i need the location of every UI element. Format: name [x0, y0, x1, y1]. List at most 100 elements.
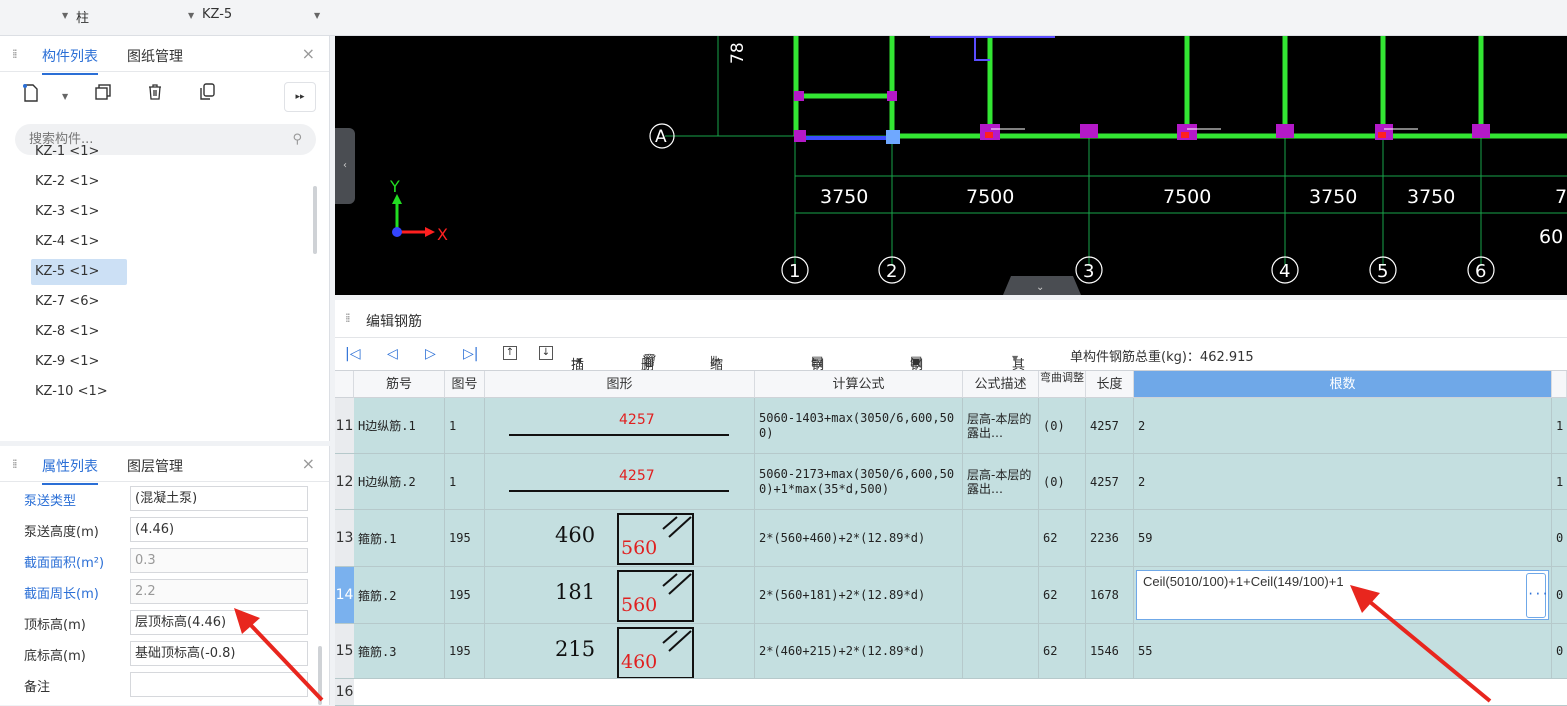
property-value-field[interactable]: (4.46) — [130, 517, 308, 542]
component-selector[interactable]: ▼ KZ-5 ▼ — [188, 7, 320, 27]
copy-icon[interactable] — [88, 82, 118, 112]
rebar-name-cell[interactable]: H边纵筋.1 — [354, 398, 445, 453]
description-cell[interactable] — [963, 624, 1039, 678]
extra-cell: 1 — [1556, 474, 1564, 489]
extra-cell: 0 — [1556, 531, 1564, 545]
chevron-down-icon: ▼ — [1012, 354, 1019, 363]
list-item[interactable]: KZ-9 <1> — [31, 349, 127, 375]
rebar-name-cell[interactable]: 箍筋.2 — [354, 567, 445, 623]
column-header[interactable]: 图形 — [485, 371, 755, 398]
last-record-icon[interactable]: ▷| — [463, 346, 478, 362]
row-number[interactable]: 13 — [335, 510, 354, 566]
shape-cell[interactable]: 4257 — [485, 398, 755, 453]
tab-component-list[interactable]: 构件列表 — [42, 46, 98, 75]
list-item[interactable]: KZ-7 <6> — [31, 289, 127, 315]
figure-number-cell[interactable]: 195 — [445, 510, 485, 566]
count-cell[interactable]: 2 — [1134, 398, 1552, 453]
new-component-icon[interactable] — [16, 82, 46, 112]
drag-handle-icon[interactable]: ⁞⁞ — [12, 47, 17, 61]
rebar-name-cell[interactable]: 箍筋.1 — [354, 510, 445, 566]
formula-cell[interactable]: 2*(460+215)+2*(12.89*d) — [755, 624, 963, 678]
property-label: 底标高(m) — [24, 649, 86, 664]
list-item[interactable]: KZ-5 <1> — [31, 259, 127, 285]
drag-handle-icon[interactable]: ⁞⁞ — [345, 311, 350, 325]
shape-cell[interactable]: 4257 — [485, 454, 755, 509]
chevron-down-icon[interactable]: ▼ — [62, 92, 68, 101]
formula-cell[interactable]: 2*(560+181)+2*(12.89*d) — [755, 567, 963, 623]
figure-number-cell[interactable]: 195 — [445, 624, 485, 678]
row-number[interactable]: 14 — [335, 567, 354, 623]
tab-drawing-management[interactable]: 图纸管理 — [127, 46, 183, 66]
column-header[interactable]: 弯曲调整 — [1039, 371, 1086, 398]
bend-adjust-cell[interactable]: 62 — [1039, 510, 1086, 566]
column-header[interactable]: 公式描述 — [963, 371, 1039, 398]
column-header[interactable]: 图号 — [445, 371, 485, 398]
scrollbar[interactable] — [313, 186, 317, 254]
tab-layer-management[interactable]: 图层管理 — [127, 456, 183, 476]
column-header[interactable]: 计算公式 — [755, 371, 963, 398]
table-row[interactable]: 13 箍筋.1 195 460 560 2*(560+460)+2*(12.89*d… — [335, 510, 1567, 567]
type-selector[interactable]: ▼ 柱 — [62, 7, 89, 27]
property-value-field[interactable]: 0.3 — [130, 548, 308, 573]
figure-number-cell[interactable]: 195 — [445, 567, 485, 623]
collapse-left-icon[interactable]: ‹ — [335, 128, 355, 204]
move-down-icon[interactable]: ↓ — [539, 346, 553, 360]
description-cell[interactable]: 层高-本层的露出… — [963, 398, 1039, 453]
length-cell[interactable]: 2236 — [1086, 510, 1134, 566]
formula-cell[interactable]: 5060-2173+max(3050/6,600,500)+1*max(35*d… — [755, 454, 963, 509]
bend-adjust-cell[interactable]: (0) — [1039, 398, 1086, 453]
prev-record-icon[interactable]: ◁ — [387, 346, 398, 362]
close-icon[interactable]: × — [302, 44, 315, 63]
tab-property-list[interactable]: 属性列表 — [42, 456, 98, 485]
count-cell[interactable]: 59 — [1134, 510, 1552, 566]
table-row[interactable]: 12 H边纵筋.2 1 4257 5060-2173+max(3050/6,600,… — [335, 454, 1567, 510]
shape-length-label: 4257 — [619, 412, 655, 428]
more-tools-icon[interactable]: ▸▸ — [284, 82, 316, 112]
rebar-name-cell[interactable]: H边纵筋.2 — [354, 454, 445, 509]
description-cell[interactable] — [963, 510, 1039, 566]
property-value-field[interactable]: 2.2 — [130, 579, 308, 604]
shape-cell[interactable]: 460 560 — [485, 510, 755, 566]
rebar-name-cell[interactable]: 箍筋.3 — [354, 624, 445, 678]
bend-adjust-cell[interactable]: 62 — [1039, 624, 1086, 678]
copy-to-floor-icon[interactable] — [192, 82, 222, 112]
list-item[interactable]: KZ-4 <1> — [31, 229, 127, 255]
length-cell[interactable]: 1678 — [1086, 567, 1134, 623]
column-header[interactable]: 长度 — [1086, 371, 1134, 398]
list-item[interactable]: KZ-3 <1> — [31, 199, 127, 225]
count-cell[interactable]: 2 — [1134, 454, 1552, 509]
length-cell[interactable]: 1546 — [1086, 624, 1134, 678]
figure-number-cell[interactable]: 1 — [445, 454, 485, 509]
delete-icon[interactable] — [140, 82, 170, 112]
formula-cell[interactable]: 5060-1403+max(3050/6,600,500) — [755, 398, 963, 453]
formula-cell[interactable]: 2*(560+460)+2*(12.89*d) — [755, 510, 963, 566]
property-value-field[interactable]: (混凝土泵) — [130, 486, 308, 511]
list-item[interactable]: KZ-2 <1> — [31, 169, 127, 195]
list-item[interactable]: KZ-1 <1> — [31, 139, 127, 165]
table-row[interactable]: 11 H边纵筋.1 1 4257 5060-1403+max(3050/6,600,… — [335, 398, 1567, 454]
next-record-icon[interactable]: ▷ — [425, 346, 436, 362]
drawing-canvas[interactable]: A 78 3750 7500 7500 3750 3750 7 60 1 2 3… — [335, 36, 1567, 295]
description-cell[interactable] — [963, 567, 1039, 623]
row-number[interactable]: 12 — [335, 454, 354, 509]
figure-number-cell[interactable]: 1 — [445, 398, 485, 453]
row-number[interactable]: 16 — [335, 679, 354, 705]
close-icon[interactable]: × — [302, 454, 315, 473]
ellipsis-button[interactable]: ··· — [1526, 573, 1549, 618]
length-cell[interactable]: 4257 — [1086, 454, 1134, 509]
drag-handle-icon[interactable]: ⁞⁞ — [12, 457, 17, 471]
length-cell[interactable]: 4257 — [1086, 398, 1134, 453]
bend-adjust-cell[interactable]: (0) — [1039, 454, 1086, 509]
column-header[interactable]: 筋号 — [354, 371, 445, 398]
shape-cell[interactable]: 215 460 — [485, 624, 755, 678]
shape-cell[interactable]: 181 560 — [485, 567, 755, 623]
description-cell[interactable]: 层高-本层的露出… — [963, 454, 1039, 509]
bend-adjust-cell[interactable]: 62 — [1039, 567, 1086, 623]
move-up-icon[interactable]: ↑ — [503, 346, 517, 360]
list-item[interactable]: KZ-10 <1> — [31, 379, 127, 405]
row-number[interactable]: 11 — [335, 398, 354, 453]
column-header[interactable]: 根数 — [1134, 371, 1552, 398]
first-record-icon[interactable]: |◁ — [345, 346, 360, 362]
list-item[interactable]: KZ-8 <1> — [31, 319, 127, 345]
row-number[interactable]: 15 — [335, 624, 354, 678]
